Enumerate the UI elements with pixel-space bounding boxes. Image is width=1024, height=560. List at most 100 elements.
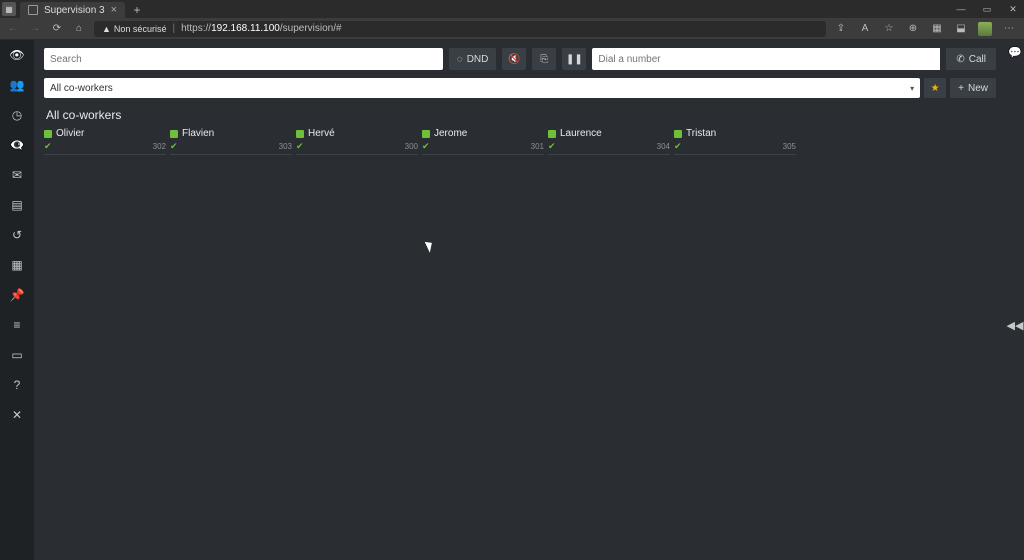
- nav-clock-icon[interactable]: ◷: [8, 106, 26, 124]
- check-icon: ✔: [170, 141, 178, 152]
- section-title: All co-workers: [46, 108, 996, 122]
- downloads-icon[interactable]: ⬓: [954, 22, 968, 36]
- chevron-down-icon: ▾: [910, 84, 914, 93]
- coworker-card[interactable]: Jerome ✔301: [422, 128, 544, 155]
- nav-close-icon[interactable]: ✕: [8, 406, 26, 424]
- collections-icon[interactable]: ⊕: [906, 22, 920, 36]
- check-icon: ✔: [296, 141, 304, 152]
- presence-indicator: [422, 130, 430, 138]
- presence-indicator: [296, 130, 304, 138]
- browser-tabstrip: ▦ Supervision 3 × + ― ▭ ✕: [0, 0, 1024, 18]
- presence-indicator: [44, 130, 52, 138]
- coworker-ext: 301: [531, 142, 544, 151]
- coworker-ext: 303: [279, 142, 292, 151]
- nav-help-icon[interactable]: ?: [8, 376, 26, 394]
- nav-settings-icon[interactable]: ≡: [8, 316, 26, 334]
- mute-button[interactable]: 🔇: [502, 48, 526, 70]
- browser-toolbar: ← → ⟳ ⌂ ▲ Non sécurisé | https://192.168…: [0, 18, 1024, 40]
- coworker-name: Tristan: [686, 128, 716, 139]
- new-label: New: [968, 83, 988, 94]
- favicon-icon: [28, 5, 38, 15]
- pause-button[interactable]: ❚❚: [562, 48, 586, 70]
- chat-icon[interactable]: 💬: [1008, 46, 1022, 59]
- nav-calendar-icon[interactable]: ▦: [8, 256, 26, 274]
- phone-icon: ✆: [956, 54, 964, 65]
- nav-supervision-icon[interactable]: 👁: [8, 46, 26, 64]
- search-input[interactable]: [50, 54, 437, 65]
- coworker-card[interactable]: Hervé ✔ 300: [296, 128, 418, 155]
- top-action-row: ◌ DND 🔇 ⎘ ❚❚ ✆ Call: [44, 48, 996, 70]
- nav-window-icon[interactable]: ▭: [8, 346, 26, 364]
- coworker-grid: Olivier ✔ 302 Flavien ✔ 303 Hervé ✔ 300 Jer…: [44, 128, 996, 155]
- more-icon[interactable]: ⋯: [1002, 22, 1016, 36]
- coworker-name: Hervé: [308, 128, 335, 139]
- nav-reload-button[interactable]: ⟳: [50, 22, 64, 36]
- call-label: Call: [969, 54, 986, 65]
- url-text: https://192.168.11.100/supervision/#: [181, 23, 342, 34]
- filter-selected: All co-workers: [50, 83, 113, 94]
- app-menu-icon[interactable]: ▦: [2, 2, 16, 16]
- left-nav: 👁 👥 ◷ 👁‍🗨 ✉ ▤ ↺ ▦ 📌 ≡ ▭ ? ✕: [0, 40, 34, 560]
- favorites-filter-button[interactable]: ★: [924, 78, 946, 98]
- coworker-name: Olivier: [56, 128, 84, 139]
- main-area: ◌ DND 🔇 ⎘ ❚❚ ✆ Call All co-workers ▾ ★ +…: [34, 40, 1006, 560]
- toolbar-right-icons: ⇪ A ☆ ⊕ ▦ ⬓ ⋯: [834, 22, 1018, 36]
- coworker-card[interactable]: Laurence ✔ 304: [548, 128, 670, 155]
- nav-mail-icon[interactable]: ✉: [8, 166, 26, 184]
- filter-row: All co-workers ▾ ★ + New: [44, 78, 996, 98]
- profile-avatar[interactable]: [978, 22, 992, 36]
- coworker-ext: 300: [405, 142, 418, 151]
- new-tab-button[interactable]: +: [129, 2, 145, 18]
- right-rail: 💬 ◀◀: [1006, 40, 1024, 560]
- dial-input[interactable]: [598, 54, 934, 65]
- nav-coworkers-icon[interactable]: 👥: [8, 76, 26, 94]
- window-close-button[interactable]: ✕: [1006, 2, 1020, 16]
- nav-visibility-icon[interactable]: 👁‍🗨: [8, 136, 26, 154]
- app-root: 👁 👥 ◷ 👁‍🗨 ✉ ▤ ↺ ▦ 📌 ≡ ▭ ? ✕ ◌ DND 🔇 ⎘ ❚❚: [0, 40, 1024, 560]
- coworker-name: Laurence: [560, 128, 602, 139]
- dnd-button[interactable]: ◌ DND: [449, 48, 497, 70]
- extensions-icon[interactable]: ▦: [930, 22, 944, 36]
- dnd-icon: ◌: [457, 54, 463, 65]
- search-box[interactable]: [44, 48, 443, 70]
- coworker-card[interactable]: Olivier ✔ 302: [44, 128, 166, 155]
- browser-tab[interactable]: Supervision 3 ×: [20, 2, 125, 18]
- coworker-card[interactable]: Tristan ✔ 305: [674, 128, 796, 155]
- filter-select[interactable]: All co-workers ▾: [44, 78, 920, 98]
- favorite-icon[interactable]: ☆: [882, 22, 896, 36]
- presence-indicator: [674, 130, 682, 138]
- coworker-name: Flavien: [182, 128, 214, 139]
- tab-close-icon[interactable]: ×: [111, 4, 117, 16]
- nav-home-button[interactable]: ⌂: [72, 22, 86, 36]
- warning-icon: ▲: [102, 24, 111, 34]
- window-minimize-button[interactable]: ―: [954, 2, 968, 16]
- security-label: Non sécurisé: [114, 24, 167, 34]
- nav-contacts-icon[interactable]: ▤: [8, 196, 26, 214]
- call-button[interactable]: ✆ Call: [946, 48, 996, 70]
- nav-forward-button[interactable]: →: [28, 22, 42, 36]
- coworker-ext: 304: [657, 142, 670, 151]
- mouse-cursor: [427, 240, 435, 252]
- dnd-label: DND: [467, 54, 489, 65]
- dial-box[interactable]: [592, 48, 940, 70]
- coworker-ext: 305: [783, 142, 796, 151]
- address-bar[interactable]: ▲ Non sécurisé | https://192.168.11.100/…: [94, 21, 826, 37]
- nav-back-button[interactable]: ←: [6, 22, 20, 36]
- nav-history-icon[interactable]: ↺: [8, 226, 26, 244]
- tab-title: Supervision 3: [44, 5, 105, 16]
- check-icon: ✔: [548, 141, 556, 152]
- presence-indicator: [548, 130, 556, 138]
- check-icon: ✔: [44, 141, 52, 152]
- logout-button[interactable]: ⎘: [532, 48, 556, 70]
- window-maximize-button[interactable]: ▭: [980, 2, 994, 16]
- share-icon[interactable]: ⇪: [834, 22, 848, 36]
- collapse-icon[interactable]: ◀◀: [1007, 319, 1024, 332]
- nav-pin-icon[interactable]: 📌: [8, 286, 26, 304]
- coworker-name: Jerome: [434, 128, 467, 139]
- check-icon: ✔: [674, 141, 682, 152]
- coworker-card[interactable]: Flavien ✔ 303: [170, 128, 292, 155]
- new-button[interactable]: + New: [950, 78, 996, 98]
- coworker-ext: 302: [153, 142, 166, 151]
- text-size-icon[interactable]: A: [858, 22, 872, 36]
- presence-indicator: [170, 130, 178, 138]
